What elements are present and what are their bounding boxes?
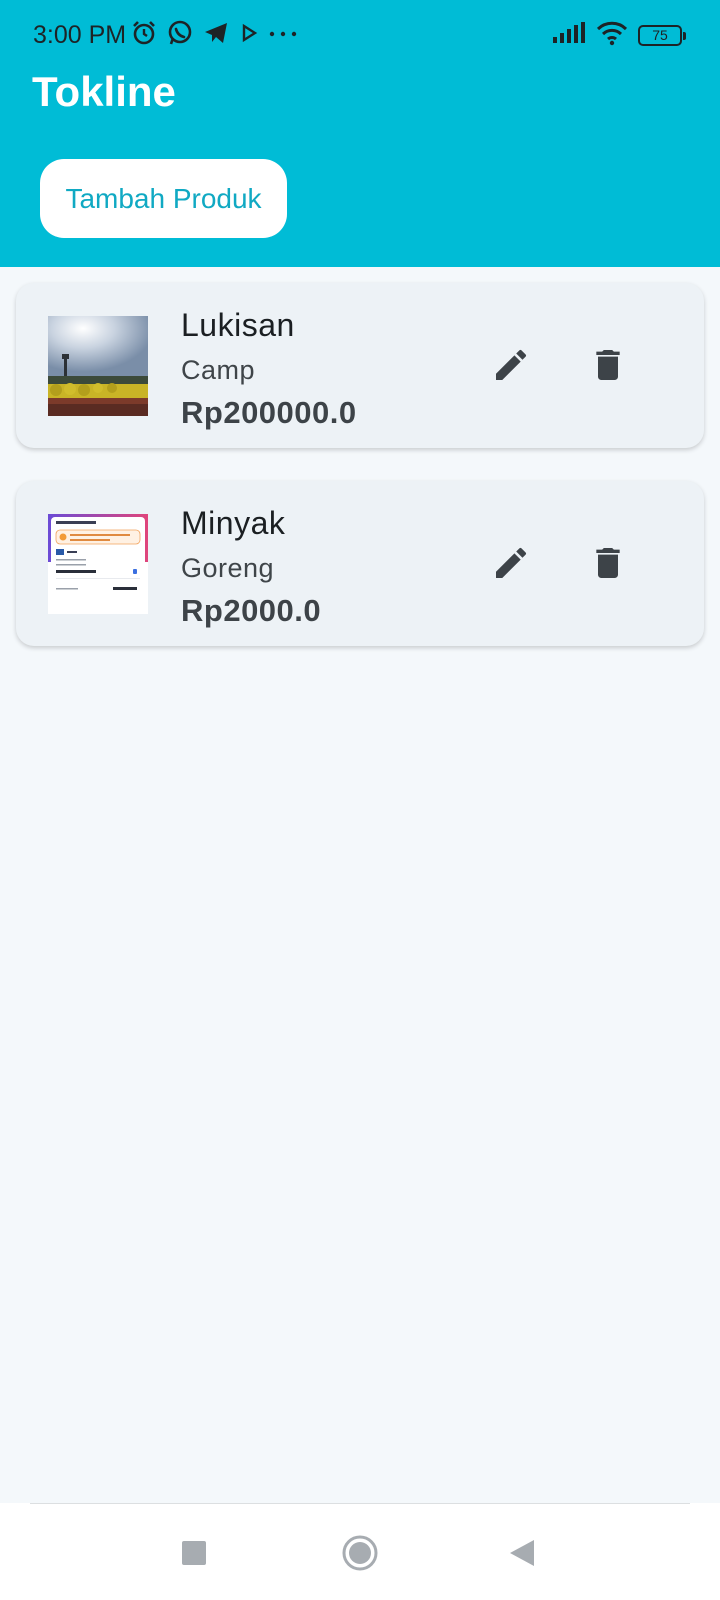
delete-button[interactable]: [580, 536, 636, 592]
status-time: 3:00 PM: [33, 21, 127, 49]
home-circle-icon[interactable]: [340, 1533, 380, 1573]
product-card[interactable]: Lukisan Camp Rp200000.0: [16, 283, 704, 448]
trash-icon: [588, 543, 628, 586]
product-name: Lukisan: [181, 307, 295, 343]
delete-button[interactable]: [580, 338, 636, 394]
battery-icon: 75: [638, 24, 686, 46]
telegram-icon: [202, 19, 230, 52]
wifi-icon: [596, 20, 628, 51]
product-image-field-photo: [48, 316, 148, 416]
signal-icon: [552, 21, 586, 49]
pencil-icon: [491, 345, 531, 388]
whatsapp-icon: [166, 19, 194, 52]
nav-divider: [30, 1503, 690, 1504]
app-title: Tokline: [32, 68, 176, 115]
recents-square-icon[interactable]: [174, 1533, 214, 1573]
product-card[interactable]: Minyak Goreng Rp2000.0: [16, 481, 704, 646]
product-price: Rp200000.0: [181, 395, 357, 430]
status-bar: 3:00 PM 75: [0, 0, 720, 70]
more-icon: [268, 26, 298, 44]
system-icons: 75: [552, 20, 686, 51]
back-triangle-icon[interactable]: [502, 1533, 542, 1573]
product-description: Camp: [181, 355, 256, 385]
add-product-button[interactable]: Tambah Produk: [40, 159, 287, 238]
alarm-icon: [130, 19, 158, 52]
pencil-icon: [491, 543, 531, 586]
product-price: Rp2000.0: [181, 593, 322, 628]
product-name: Minyak: [181, 505, 286, 541]
play-icon: [238, 22, 260, 49]
trash-icon: [588, 345, 628, 388]
system-navigation-bar: [0, 1503, 720, 1600]
app-bar: 3:00 PM 75 Tokline Tambah Produk: [0, 0, 720, 267]
product-description: Goreng: [181, 553, 275, 583]
edit-button[interactable]: [483, 338, 539, 394]
product-image-payment-screenshot: [48, 514, 148, 614]
edit-button[interactable]: [483, 536, 539, 592]
notification-icons: [130, 19, 298, 51]
